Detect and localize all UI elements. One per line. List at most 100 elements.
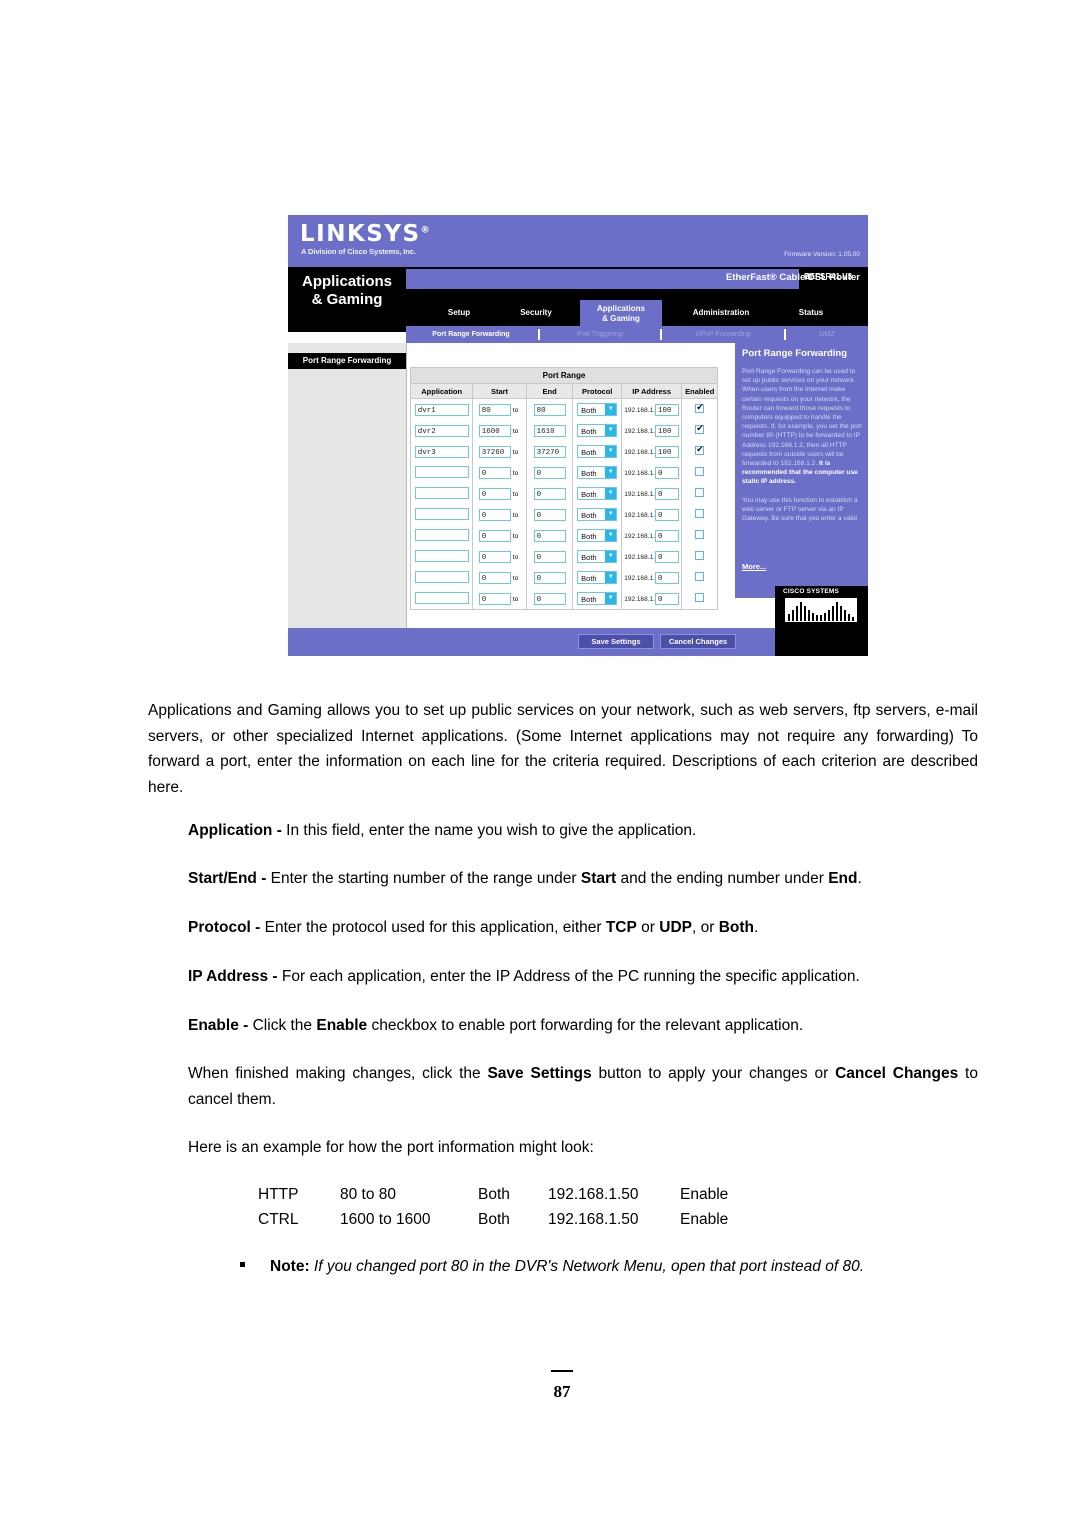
subnav-upnp-forwarding[interactable]: UPnP Forwarding xyxy=(670,326,776,343)
start-port-input[interactable]: 0 xyxy=(478,571,511,584)
protocol-select[interactable]: Both ▼ xyxy=(577,592,618,605)
chevron-down-icon[interactable]: ▼ xyxy=(605,593,617,604)
chevron-down-icon[interactable]: ▼ xyxy=(605,572,617,583)
protocol-select[interactable]: Both ▼ xyxy=(577,424,618,437)
application-input[interactable] xyxy=(414,465,469,478)
chevron-down-icon[interactable]: ▼ xyxy=(605,446,617,457)
start-port-input[interactable]: 0 xyxy=(478,508,511,521)
start-port-input[interactable]: 0 xyxy=(478,487,511,500)
enabled-checkbox[interactable] xyxy=(695,509,705,518)
chevron-down-icon[interactable]: ▼ xyxy=(605,488,617,499)
to-label: to xyxy=(512,574,519,582)
cisco-bridge-svg xyxy=(788,602,854,621)
end-port-input[interactable]: 0 xyxy=(533,466,566,479)
application-input[interactable] xyxy=(414,591,469,604)
application-input[interactable] xyxy=(414,570,469,583)
end-port-input[interactable]: 0 xyxy=(533,529,566,542)
enabled-checkbox[interactable] xyxy=(695,467,705,476)
application-input[interactable]: dvr1 xyxy=(414,403,469,416)
start-port-input[interactable]: 0 xyxy=(478,550,511,563)
ip-last-octet-input[interactable]: 100 xyxy=(655,424,679,437)
enabled-checkbox[interactable] xyxy=(695,402,705,413)
definition-enable-bold: Enable xyxy=(316,1017,368,1034)
chevron-down-icon[interactable]: ▼ xyxy=(605,530,617,541)
ip-last-octet-input[interactable]: 0 xyxy=(655,508,679,521)
tab-administration[interactable]: Administration xyxy=(668,300,774,326)
ip-prefix-label: 192.168.1. xyxy=(624,553,655,561)
protocol-select[interactable]: Both ▼ xyxy=(577,571,618,584)
help-more-link[interactable]: More... xyxy=(742,562,766,571)
protocol-select[interactable]: Both ▼ xyxy=(577,529,618,542)
tab-applications-gaming[interactable]: Applications & Gaming xyxy=(580,300,662,326)
protocol-select[interactable]: Both ▼ xyxy=(577,466,618,479)
start-port-input[interactable]: 80 xyxy=(478,403,511,416)
subnav-port-triggering[interactable]: Port Triggering xyxy=(548,326,652,343)
protocol-select[interactable]: Both ▼ xyxy=(577,403,618,416)
enabled-checkbox[interactable] xyxy=(695,444,705,455)
cell-start: 0 to xyxy=(472,504,527,525)
start-port-input[interactable]: 0 xyxy=(478,466,511,479)
application-input[interactable]: dvr2 xyxy=(414,424,469,437)
ip-last-octet-input[interactable]: 0 xyxy=(655,466,679,479)
end-port-input[interactable]: 0 xyxy=(533,550,566,563)
end-port-input[interactable]: 0 xyxy=(533,508,566,521)
ip-prefix-label: 192.168.1. xyxy=(624,595,655,603)
chevron-down-icon[interactable]: ▼ xyxy=(605,551,617,562)
end-port-input[interactable]: 0 xyxy=(533,592,566,605)
section-title: Applications & Gaming xyxy=(288,273,406,309)
end-port-input[interactable]: 1610 xyxy=(533,424,566,437)
tab-status[interactable]: Status xyxy=(780,300,842,326)
end-port-input[interactable]: 0 xyxy=(533,487,566,500)
ip-last-octet-input[interactable]: 0 xyxy=(655,529,679,542)
example-protocol: Both xyxy=(478,1211,510,1228)
linksys-logo: LINKSYS® xyxy=(300,221,431,247)
enabled-checkbox[interactable] xyxy=(695,551,705,560)
cell-start: 0 to xyxy=(472,483,527,504)
start-port-input[interactable]: 0 xyxy=(478,529,511,542)
chevron-down-icon[interactable]: ▼ xyxy=(605,467,617,478)
subnav-dmz[interactable]: DMZ xyxy=(794,326,860,343)
save-settings-button[interactable]: Save Settings xyxy=(578,634,654,649)
application-input[interactable]: dvr3 xyxy=(414,445,469,458)
chevron-down-icon[interactable]: ▼ xyxy=(605,404,617,415)
ip-last-octet-input[interactable]: 0 xyxy=(655,571,679,584)
start-port-input[interactable]: 37260 xyxy=(478,445,511,458)
application-input[interactable] xyxy=(414,549,469,562)
start-port-input[interactable]: 0 xyxy=(478,592,511,605)
application-input[interactable] xyxy=(414,507,469,520)
enabled-checkbox[interactable] xyxy=(695,593,705,602)
protocol-select[interactable]: Both ▼ xyxy=(577,508,618,521)
ip-last-octet-input[interactable]: 0 xyxy=(655,487,679,500)
enabled-checkbox[interactable] xyxy=(695,488,705,497)
application-input[interactable] xyxy=(414,486,469,499)
application-input[interactable] xyxy=(414,528,469,541)
cell-enabled xyxy=(681,546,718,567)
router-ui-screenshot: LINKSYS® A Division of Cisco Systems, In… xyxy=(288,215,868,670)
protocol-select[interactable]: Both ▼ xyxy=(577,487,618,500)
enabled-checkbox[interactable] xyxy=(695,530,705,539)
cell-end: 0 xyxy=(525,504,574,525)
end-port-input[interactable]: 37270 xyxy=(533,445,566,458)
tab-security[interactable]: Security xyxy=(498,300,574,326)
definition-protocol-term: Protocol - xyxy=(188,919,265,936)
cell-end: 1610 xyxy=(525,420,574,441)
cell-protocol: Both ▼ xyxy=(572,420,622,441)
subnav-port-range-forwarding[interactable]: Port Range Forwarding xyxy=(412,326,530,343)
protocol-select[interactable]: Both ▼ xyxy=(577,550,618,563)
ip-last-octet-input[interactable]: 0 xyxy=(655,550,679,563)
ip-last-octet-input[interactable]: 100 xyxy=(655,445,679,458)
ip-last-octet-input[interactable]: 0 xyxy=(655,592,679,605)
cancel-changes-button[interactable]: Cancel Changes xyxy=(660,634,736,649)
protocol-select[interactable]: Both ▼ xyxy=(577,445,618,458)
chevron-down-icon[interactable]: ▼ xyxy=(605,425,617,436)
example-table-body: HTTP 80 to 80 Both 192.168.1.50 Enable CTRL 16… xyxy=(258,1182,728,1232)
definition-enable-text-1: Click the xyxy=(252,1017,317,1034)
enabled-checkbox[interactable] xyxy=(695,572,705,581)
enabled-checkbox[interactable] xyxy=(695,423,705,434)
end-port-input[interactable]: 0 xyxy=(533,571,566,584)
end-port-input[interactable]: 80 xyxy=(533,403,566,416)
chevron-down-icon[interactable]: ▼ xyxy=(605,509,617,520)
tab-setup[interactable]: Setup xyxy=(426,300,492,326)
start-port-input[interactable]: 1600 xyxy=(478,424,511,437)
ip-last-octet-input[interactable]: 100 xyxy=(655,403,679,416)
